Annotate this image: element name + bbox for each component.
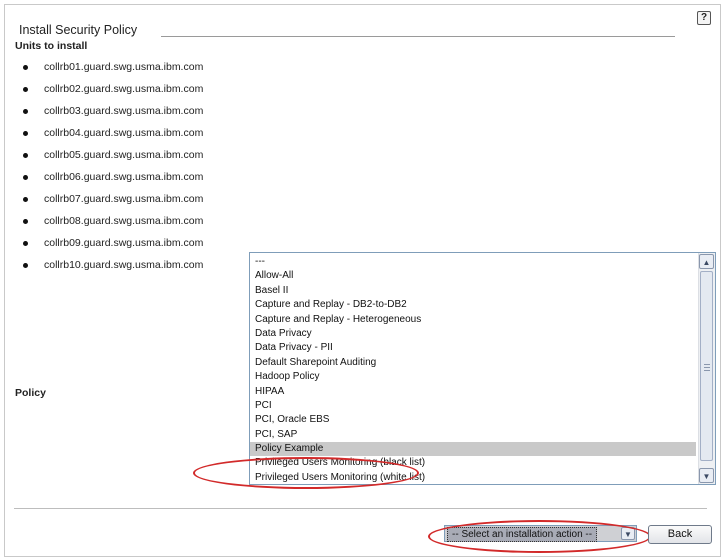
policy-option[interactable]: Hadoop Policy xyxy=(250,370,696,384)
bullet-icon xyxy=(23,218,28,224)
chevron-down-icon[interactable]: ▼ xyxy=(621,527,635,540)
scroll-down-arrow-icon[interactable]: ▼ xyxy=(699,468,714,483)
policy-option[interactable]: HIPAA xyxy=(250,385,696,399)
list-item: collrb03.guard.swg.usma.ibm.com xyxy=(23,100,203,122)
policy-option[interactable]: PCI, SAP xyxy=(250,428,696,442)
back-button[interactable]: Back xyxy=(648,525,712,544)
unit-hostname: collrb01.guard.swg.usma.ibm.com xyxy=(44,61,204,73)
unit-hostname: collrb07.guard.swg.usma.ibm.com xyxy=(44,193,204,205)
bullet-icon xyxy=(23,152,28,158)
unit-hostname: collrb05.guard.swg.usma.ibm.com xyxy=(44,149,204,161)
units-list: collrb01.guard.swg.usma.ibm.com collrb02… xyxy=(23,56,203,276)
bullet-icon xyxy=(23,86,28,92)
bullet-icon xyxy=(23,196,28,202)
bullet-icon xyxy=(23,240,28,246)
policy-option[interactable]: PCI, Oracle EBS xyxy=(250,413,696,427)
policy-option[interactable]: Allow-All xyxy=(250,269,696,283)
policy-option[interactable]: Privileged Users Monitoring (white list) xyxy=(250,471,696,484)
bullet-icon xyxy=(23,174,28,180)
list-item: collrb06.guard.swg.usma.ibm.com xyxy=(23,166,203,188)
bullet-icon xyxy=(23,262,28,268)
bullet-icon xyxy=(23,108,28,114)
list-item: collrb05.guard.swg.usma.ibm.com xyxy=(23,144,203,166)
list-item: collrb09.guard.swg.usma.ibm.com xyxy=(23,232,203,254)
unit-hostname: collrb06.guard.swg.usma.ibm.com xyxy=(44,171,204,183)
bullet-icon xyxy=(23,130,28,136)
bullet-icon xyxy=(23,64,28,70)
policy-label: Policy xyxy=(15,387,46,399)
unit-hostname: collrb08.guard.swg.usma.ibm.com xyxy=(44,215,204,227)
policy-option[interactable]: Capture and Replay - Heterogeneous xyxy=(250,313,696,327)
policy-option[interactable]: Basel II xyxy=(250,284,696,298)
scrollbar-thumb[interactable] xyxy=(700,271,713,461)
installation-action-select[interactable]: -- Select an installation action -- ▼ xyxy=(444,525,637,542)
policy-option[interactable]: Default Sharepoint Auditing xyxy=(250,356,696,370)
panel-title: Install Security Policy xyxy=(19,23,138,37)
list-item: collrb07.guard.swg.usma.ibm.com xyxy=(23,188,203,210)
list-item: collrb02.guard.swg.usma.ibm.com xyxy=(23,78,203,100)
policy-listbox[interactable]: --- Allow-All Basel II Capture and Repla… xyxy=(249,252,716,485)
footer-divider xyxy=(14,508,707,509)
policy-option-selected[interactable]: Policy Example xyxy=(250,442,696,457)
list-item: collrb04.guard.swg.usma.ibm.com xyxy=(23,122,203,144)
list-item: collrb01.guard.swg.usma.ibm.com xyxy=(23,56,203,78)
policy-option[interactable]: Capture and Replay - DB2-to-DB2 xyxy=(250,298,696,312)
unit-hostname: collrb09.guard.swg.usma.ibm.com xyxy=(44,237,204,249)
scroll-up-arrow-icon[interactable]: ▲ xyxy=(699,254,714,269)
policy-option[interactable]: Data Privacy xyxy=(250,327,696,341)
units-to-install-label: Units to install xyxy=(15,40,88,52)
installation-action-value: -- Select an installation action -- xyxy=(447,527,598,542)
title-divider xyxy=(161,36,675,37)
help-icon[interactable]: ? xyxy=(697,11,711,25)
unit-hostname: collrb02.guard.swg.usma.ibm.com xyxy=(44,83,204,95)
list-item: collrb08.guard.swg.usma.ibm.com xyxy=(23,210,203,232)
list-item: collrb10.guard.swg.usma.ibm.com xyxy=(23,254,203,276)
policy-option[interactable]: Privileged Users Monitoring (black list) xyxy=(250,456,696,470)
policy-option[interactable]: Data Privacy - PII xyxy=(250,341,696,355)
listbox-scrollbar[interactable]: ▲ ▼ xyxy=(698,253,715,484)
unit-hostname: collrb10.guard.swg.usma.ibm.com xyxy=(44,259,204,271)
policy-option[interactable]: --- xyxy=(250,255,696,269)
policy-option[interactable]: PCI xyxy=(250,399,696,413)
scrollbar-grip-icon xyxy=(704,364,710,371)
unit-hostname: collrb03.guard.swg.usma.ibm.com xyxy=(44,105,204,117)
unit-hostname: collrb04.guard.swg.usma.ibm.com xyxy=(44,127,204,139)
